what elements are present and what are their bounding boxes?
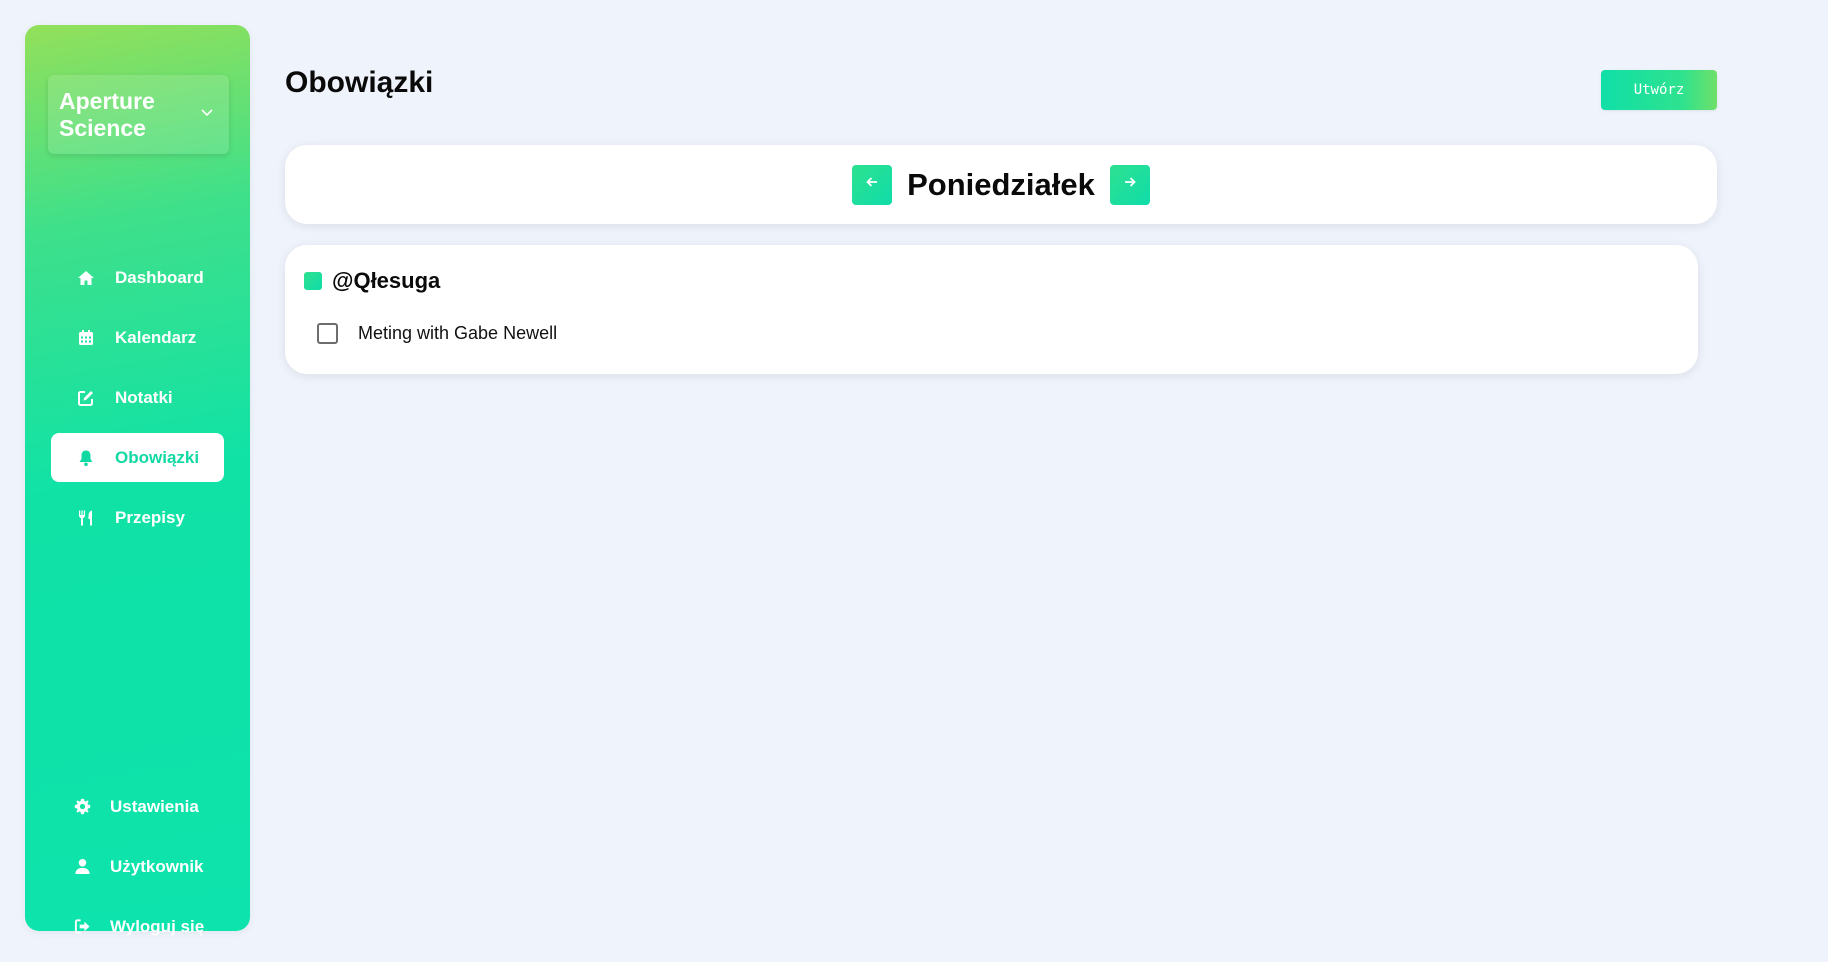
home-icon: [77, 269, 95, 287]
sidebar-item-obowiazki[interactable]: Obowiązki: [51, 433, 224, 482]
sidebar-item-label: Wyloguj się: [110, 916, 205, 936]
sidebar-item-label: Notatki: [115, 387, 173, 407]
task-group-card: @Qłesuga Meting with Gabe Newell: [285, 245, 1698, 374]
previous-day-button[interactable]: [852, 164, 893, 205]
sidebar: Aperture Science Dashboard Kalendarz Not…: [25, 25, 250, 936]
sidebar-nav: Dashboard Kalendarz Notatki Obowiązki Pr…: [51, 253, 224, 553]
task-item: Meting with Gabe Newell: [317, 323, 557, 344]
sidebar-item-notatki[interactable]: Notatki: [51, 373, 224, 422]
page-title: Obowiązki: [285, 66, 434, 99]
next-day-button[interactable]: [1109, 164, 1150, 205]
sidebar-bottom-nav: Ustawienia Użytkownik Wyloguj się: [51, 782, 224, 962]
sign-out-icon: [73, 918, 91, 936]
org-name: Aperture Science: [59, 87, 155, 141]
task-checkbox[interactable]: [317, 323, 338, 344]
day-navigator: Poniedziałek: [285, 145, 1717, 224]
utensils-icon: [77, 509, 95, 527]
calendar-icon: [77, 329, 95, 347]
sidebar-item-przepisy[interactable]: Przepisy: [51, 493, 224, 542]
sidebar-item-label: Ustawienia: [110, 796, 199, 816]
sidebar-item-wyloguj[interactable]: Wyloguj się: [51, 902, 224, 951]
org-switcher[interactable]: Aperture Science: [48, 75, 229, 154]
sidebar-item-label: Kalendarz: [115, 327, 197, 347]
bell-icon: [77, 449, 95, 467]
create-button[interactable]: Utwórz: [1601, 70, 1717, 110]
owner-color-swatch: [304, 272, 322, 290]
task-group-header: @Qłesuga: [304, 268, 440, 294]
sidebar-item-label: Użytkownik: [110, 856, 204, 876]
owner-name: @Qłesuga: [332, 268, 441, 293]
arrow-left-icon: [864, 174, 880, 195]
day-name: Poniedziałek: [907, 166, 1095, 202]
gear-icon: [73, 798, 91, 816]
task-text: Meting with Gabe Newell: [358, 323, 558, 343]
sidebar-item-kalendarz[interactable]: Kalendarz: [51, 313, 224, 362]
arrow-right-icon: [1122, 174, 1138, 195]
sidebar-item-dashboard[interactable]: Dashboard: [51, 253, 224, 302]
sidebar-item-uzytkownik[interactable]: Użytkownik: [51, 842, 224, 891]
user-icon: [73, 858, 91, 876]
sidebar-item-label: Dashboard: [115, 267, 204, 287]
sidebar-item-label: Obowiązki: [115, 447, 200, 467]
sidebar-item-ustawienia[interactable]: Ustawienia: [51, 782, 224, 831]
chevron-down-icon: [199, 104, 215, 125]
sidebar-item-label: Przepisy: [115, 507, 185, 527]
edit-icon: [77, 389, 95, 407]
